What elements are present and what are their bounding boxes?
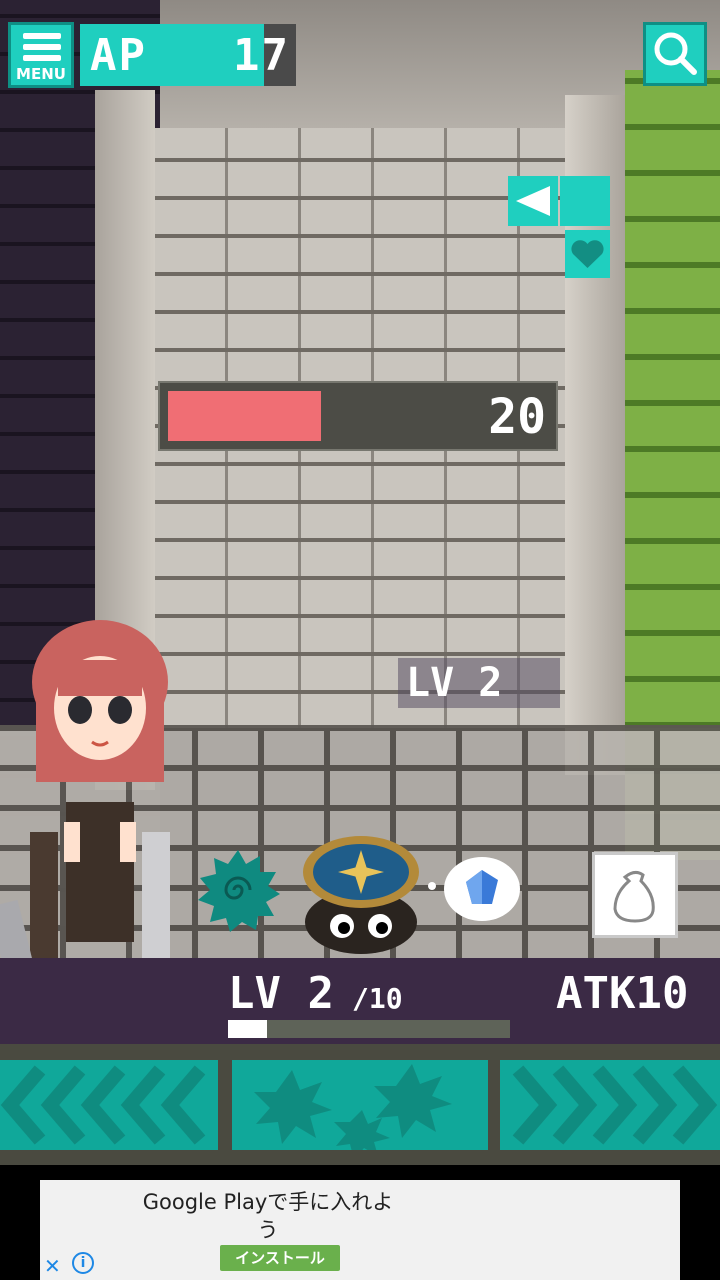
move-left-button[interactable] xyxy=(0,1060,218,1150)
player-attack: ATK10 xyxy=(556,968,689,1019)
hp-value: 20 xyxy=(488,389,546,445)
compass-icon[interactable] xyxy=(298,832,424,956)
menu-button[interactable]: MENU xyxy=(8,22,74,88)
attack-button[interactable] xyxy=(232,1060,488,1150)
enemy-level: LV 2 xyxy=(398,658,560,708)
inventory-bag-button[interactable] xyxy=(592,852,678,938)
hp-track xyxy=(168,391,468,441)
heart-icon xyxy=(571,240,604,268)
move-right-button[interactable] xyxy=(500,1060,720,1150)
action-bar xyxy=(0,1044,720,1165)
ad-banner[interactable]: Google Playで手に入れよう インストール ✕ i xyxy=(40,1180,680,1280)
turn-back-button[interactable] xyxy=(508,176,558,226)
ad-install-button[interactable]: インストール xyxy=(220,1245,340,1271)
close-icon[interactable]: ✕ xyxy=(44,1254,61,1278)
info-icon[interactable]: i xyxy=(72,1252,94,1274)
search-icon xyxy=(654,32,697,75)
hp-fill xyxy=(168,391,321,441)
ap-label: AP xyxy=(90,30,147,81)
back-arrow-icon xyxy=(516,186,550,216)
search-button[interactable] xyxy=(643,22,707,86)
enemy-hp-bar: 20 xyxy=(158,381,558,451)
chevron-right-icon xyxy=(512,1065,718,1145)
xp-bar xyxy=(228,1020,510,1038)
ap-meter: AP 17 xyxy=(80,24,296,86)
xp-fill xyxy=(228,1020,268,1038)
menu-icon xyxy=(23,33,61,66)
map-tile xyxy=(560,176,610,226)
favorite-button[interactable] xyxy=(565,230,610,278)
menu-label: MENU xyxy=(16,65,66,83)
player-level: LV 2 xyxy=(228,968,334,1019)
bag-icon xyxy=(613,870,655,923)
chevron-left-icon xyxy=(0,1065,206,1145)
gem-icon[interactable] xyxy=(426,852,522,926)
spiral-icon[interactable] xyxy=(196,848,280,932)
burst-icon xyxy=(254,1064,452,1150)
player-level-max: /10 xyxy=(352,982,403,1015)
ad-headline: Google Playで手に入れよう xyxy=(142,1190,394,1242)
ap-value: 17 xyxy=(233,30,290,81)
